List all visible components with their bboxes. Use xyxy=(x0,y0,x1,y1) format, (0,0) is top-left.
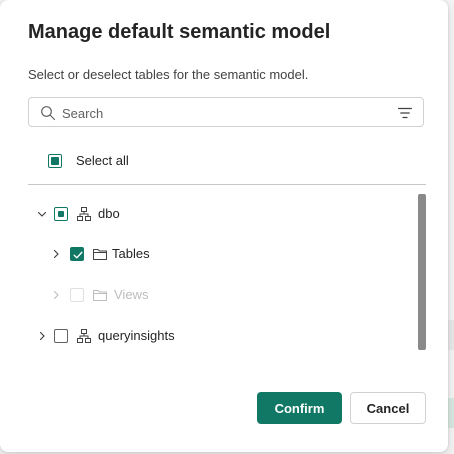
manage-semantic-model-dialog: Manage default semantic model Select or … xyxy=(0,0,448,452)
filter-icon[interactable] xyxy=(397,106,413,120)
views-checkbox xyxy=(70,288,84,302)
select-all-label: Select all xyxy=(76,153,129,168)
tree-item-label: Views xyxy=(114,287,149,302)
select-all-checkbox[interactable] xyxy=(48,154,62,168)
search-input[interactable] xyxy=(62,103,382,123)
chevron-right-icon[interactable] xyxy=(36,329,48,341)
tree-item-label: queryinsights xyxy=(98,328,175,343)
cancel-button[interactable]: Cancel xyxy=(350,392,426,424)
tree-item-dbo[interactable]: dbo xyxy=(34,204,334,224)
schema-icon xyxy=(76,328,92,344)
chevron-down-icon[interactable] xyxy=(36,207,48,219)
tree-scrollbar[interactable] xyxy=(418,194,426,350)
tree-item-views: Views xyxy=(50,285,350,305)
folder-icon xyxy=(92,246,108,262)
dbo-checkbox[interactable] xyxy=(54,207,68,221)
search-box[interactable] xyxy=(28,97,424,127)
tree-item-queryinsights[interactable]: queryinsights xyxy=(34,326,334,346)
queryinsights-checkbox[interactable] xyxy=(54,329,68,343)
background-fragment xyxy=(448,398,454,428)
dialog-title: Manage default semantic model xyxy=(28,21,331,43)
confirm-button[interactable]: Confirm xyxy=(257,392,342,424)
select-all-row[interactable]: Select all xyxy=(48,152,248,172)
search-icon xyxy=(40,105,56,121)
tree-item-tables[interactable]: Tables xyxy=(50,244,350,264)
folder-icon xyxy=(92,287,108,303)
divider xyxy=(28,184,426,185)
tree-item-label: Tables xyxy=(112,246,150,261)
schema-icon xyxy=(76,206,92,222)
tables-checkbox[interactable] xyxy=(70,247,84,261)
dialog-subtitle: Select or deselect tables for the semant… xyxy=(28,67,309,82)
chevron-right-icon[interactable] xyxy=(50,247,62,259)
tree-item-label: dbo xyxy=(98,206,120,221)
chevron-right-icon xyxy=(50,288,62,300)
